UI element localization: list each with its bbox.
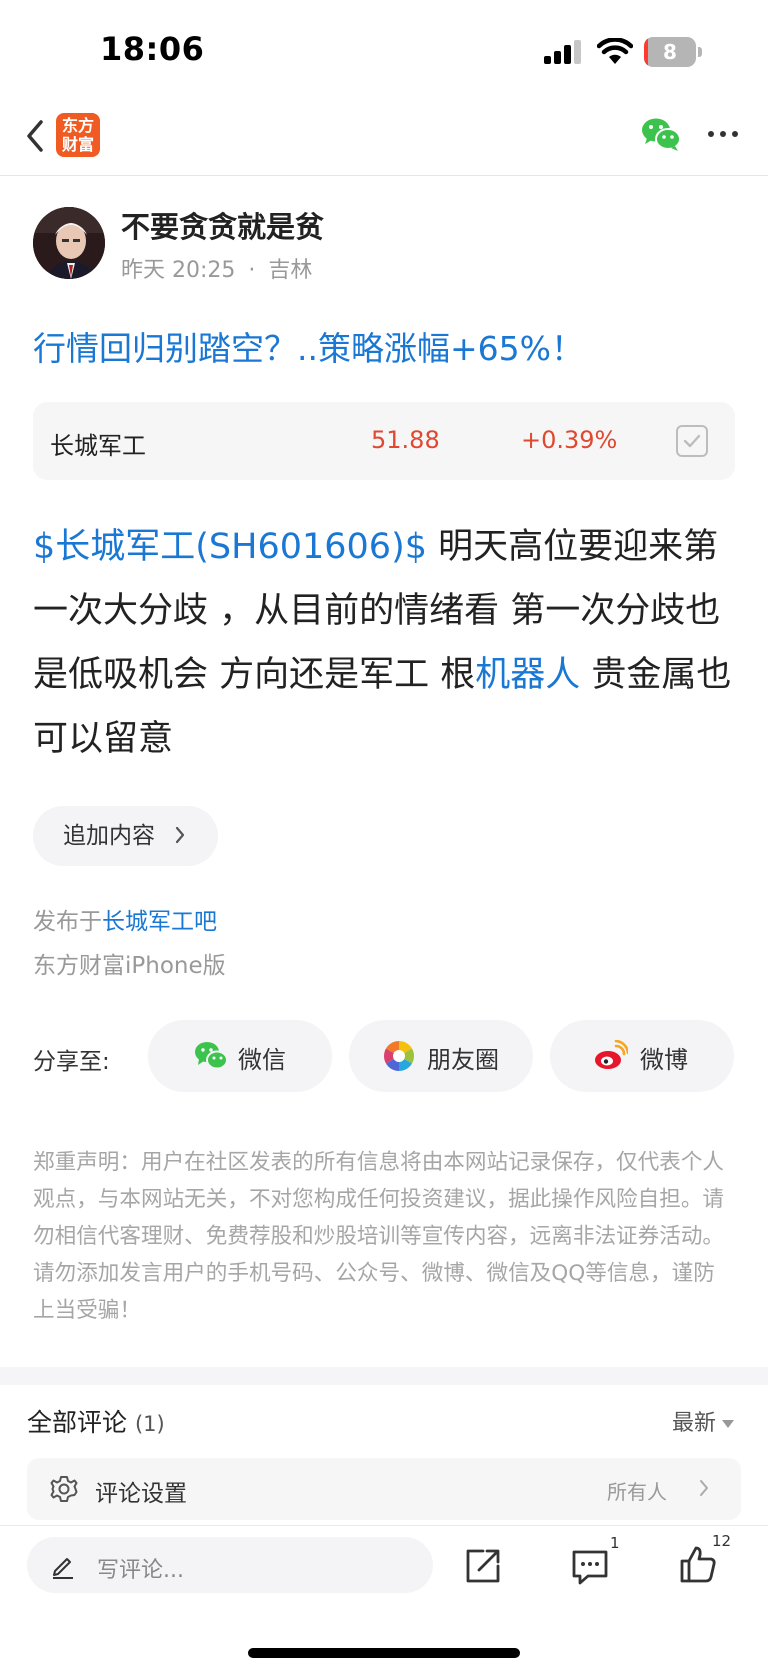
section-divider <box>0 1367 768 1385</box>
topic-link[interactable]: 机器人 <box>475 655 580 695</box>
logo-text-line2: 财富 <box>61 135 94 154</box>
comments-header: 全部评论 (1) <box>27 1403 165 1439</box>
comment-count-badge: 1 <box>610 1534 620 1552</box>
add-content-label: 追加内容 <box>63 823 155 849</box>
write-comment-input[interactable]: 写评论... <box>27 1537 433 1593</box>
author-avatar[interactable] <box>33 207 105 279</box>
client-source: 东方财富iPhone版 <box>33 953 226 979</box>
add-watchlist-checkbox-icon[interactable] <box>675 424 709 458</box>
stock-price: 51.88 <box>371 426 440 454</box>
comment-settings-row[interactable]: 评论设置 所有人 <box>27 1458 741 1520</box>
app-logo[interactable]: 东方 财富 <box>56 113 100 157</box>
stock-quote-card[interactable]: 长城军工 51.88 +0.39% <box>33 402 735 480</box>
comments-title: 全部评论 <box>27 1408 128 1437</box>
comment-icon[interactable] <box>570 1546 610 1586</box>
meta-separator: · <box>248 258 256 283</box>
comment-settings-label: 评论设置 <box>95 1481 187 1507</box>
more-options-icon[interactable] <box>706 124 740 144</box>
comments-count: (1) <box>134 1412 165 1436</box>
published-in: 发布于长城军工吧 <box>33 902 217 936</box>
back-arrow-icon[interactable] <box>22 116 48 156</box>
weibo-icon <box>595 1040 628 1069</box>
share-moments-label: 朋友圈 <box>427 1046 499 1074</box>
cellular-signal-icon <box>544 40 581 64</box>
post-location: 吉林 <box>268 258 313 283</box>
stock-tag-link[interactable]: $长城军工(SH601606)$ <box>33 527 427 567</box>
status-time: 18:06 <box>100 30 205 68</box>
bottom-action-bar: 写评论... 1 12 <box>0 1525 768 1665</box>
battery-icon: 8 <box>644 37 702 67</box>
post-meta: 昨天 20:25 · 吉林 <box>121 252 312 284</box>
sort-label: 最新 <box>672 1411 717 1436</box>
battery-level: 8 <box>663 40 677 64</box>
like-thumbs-up-icon[interactable] <box>678 1544 718 1584</box>
add-content-button[interactable]: 追加内容 <box>33 806 218 866</box>
share-wechat-button[interactable]: 微信 <box>148 1020 332 1092</box>
forum-link[interactable]: 长城军工吧 <box>102 909 217 935</box>
status-bar: 18:06 8 <box>0 0 768 100</box>
wifi-icon <box>597 38 633 64</box>
disclaimer-text: 郑重声明：用户在社区发表的所有信息将由本网站记录保存，仅代表个人观点，与本网站无… <box>33 1150 725 1323</box>
chevron-right-icon <box>700 1480 708 1496</box>
post-title[interactable]: 行情回归别踏空？..策略涨幅+65%！ <box>33 322 584 370</box>
post-body: $长城军工(SH601606)$ 明天高位要迎来第一次大分歧 ，从目前的情绪看 … <box>33 515 738 771</box>
nav-bar: 东方 财富 <box>0 100 768 176</box>
moments-icon <box>383 1041 415 1071</box>
share-weibo-button[interactable]: 微博 <box>550 1020 734 1092</box>
published-prefix: 发布于 <box>33 909 102 935</box>
share-weibo-label: 微博 <box>640 1046 688 1074</box>
caret-down-icon <box>722 1420 735 1428</box>
share-wechat-label: 微信 <box>238 1046 286 1074</box>
chevron-right-icon <box>175 826 185 844</box>
comment-settings-value: 所有人 <box>607 1480 667 1504</box>
comment-placeholder: 写评论... <box>97 1558 184 1583</box>
logo-text-line1: 东方 <box>61 116 94 135</box>
home-indicator <box>248 1648 520 1658</box>
pencil-icon <box>53 1558 73 1579</box>
like-count-badge: 12 <box>712 1532 732 1550</box>
stock-change: +0.39% <box>521 426 618 454</box>
share-moments-button[interactable]: 朋友圈 <box>349 1020 533 1092</box>
comments-sort-dropdown[interactable]: 最新 <box>672 1405 735 1437</box>
stock-name: 长城军工 <box>50 432 146 460</box>
wechat-icon <box>195 1042 228 1070</box>
gear-icon <box>50 1476 78 1502</box>
share-label: 分享至: <box>33 1049 110 1075</box>
author-name[interactable]: 不要贪贪就是贫 <box>121 204 324 246</box>
post-time: 昨天 20:25 <box>121 258 236 283</box>
share-icon[interactable] <box>463 1546 503 1586</box>
wechat-share-icon[interactable] <box>640 116 682 152</box>
